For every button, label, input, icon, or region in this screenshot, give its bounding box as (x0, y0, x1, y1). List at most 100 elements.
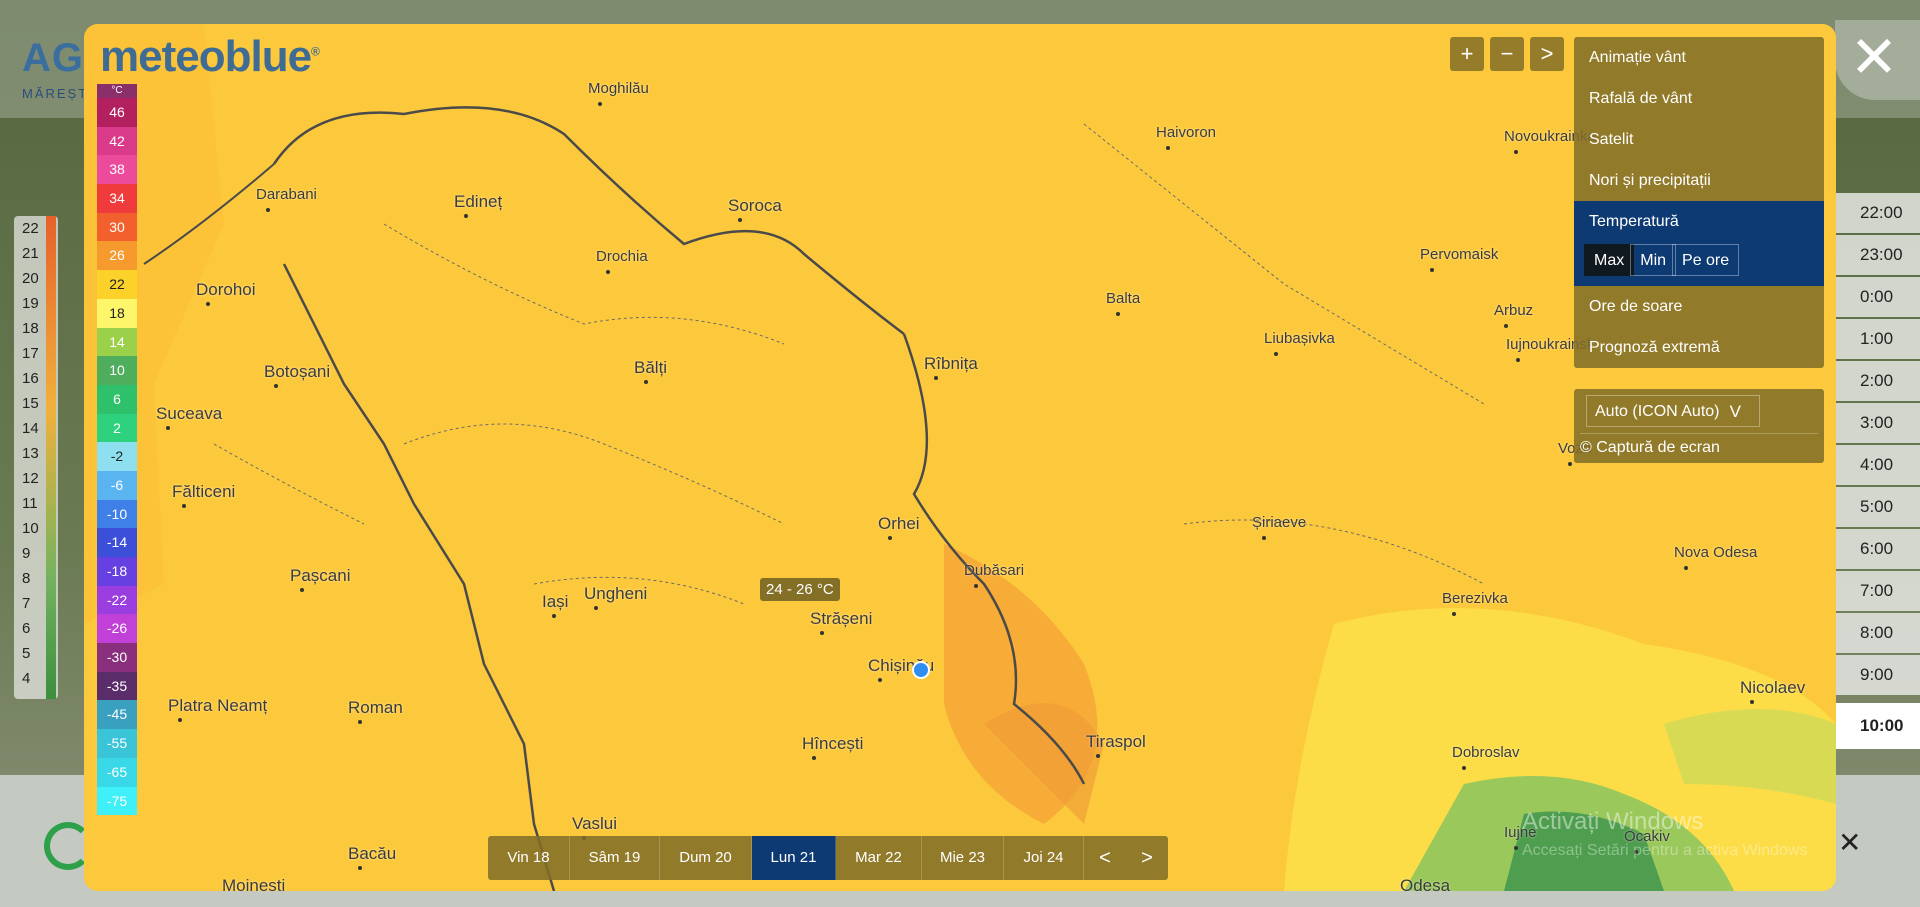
place-label: Strășeni (810, 609, 873, 628)
legend-value: -35 (97, 671, 137, 701)
place-dot (358, 866, 362, 870)
place-label: Dubăsari (964, 562, 1025, 579)
place-dot (598, 102, 602, 106)
place-label: Pervomaisk (1420, 246, 1499, 263)
place-label: Dobroslav (1452, 744, 1520, 761)
place-dot (266, 208, 270, 212)
place-dot (274, 384, 278, 388)
place-label: Bacău (348, 844, 397, 863)
day-tab[interactable]: Lun 21 (752, 836, 836, 880)
model-panel: Auto (ICON Auto) V © Captură de ecran (1574, 389, 1824, 463)
legend-value: 34 (97, 184, 137, 213)
collapse-menu-button[interactable]: > (1530, 37, 1564, 71)
layer-item[interactable]: Ore de soare (1574, 286, 1824, 327)
hour-item[interactable]: 3:00 (1836, 403, 1920, 443)
place-dot (1452, 612, 1456, 616)
meteoblue-logo[interactable]: meteoblue® (100, 32, 320, 82)
place-dot (812, 756, 816, 760)
hour-item[interactable]: 7:00 (1836, 571, 1920, 611)
place-dot (606, 270, 610, 274)
model-select[interactable]: Auto (ICON Auto) V (1586, 395, 1760, 427)
hour-item[interactable]: 5:00 (1836, 487, 1920, 527)
hour-item[interactable]: 9:00 (1836, 655, 1920, 695)
hour-item[interactable]: 10:00 (1836, 703, 1920, 749)
place-label: Odesa (1400, 876, 1451, 891)
place-label: Bălți (634, 358, 668, 377)
hour-item[interactable]: 2:00 (1836, 361, 1920, 401)
place-dot (878, 678, 882, 682)
day-tab[interactable]: Vin 18 (488, 836, 570, 880)
layer-item[interactable]: Satelit (1574, 119, 1824, 160)
next-day-button[interactable]: > (1126, 836, 1168, 880)
place-label: Soroca (728, 196, 782, 215)
layer-item[interactable]: Prognoză extremă (1574, 327, 1824, 368)
place-label: Fălticeni (172, 482, 236, 501)
legend-value: -55 (97, 729, 137, 758)
legend-value: -75 (97, 786, 137, 816)
registered-mark: ® (311, 44, 320, 59)
place-dot (1750, 700, 1754, 704)
temperature-mode-option[interactable]: Min (1630, 244, 1677, 276)
day-tab[interactable]: Mie 23 (922, 836, 1004, 880)
place-dot (1514, 846, 1518, 850)
hour-item[interactable]: 4:00 (1836, 445, 1920, 485)
place-label: Moghilău (588, 80, 649, 97)
place-label: Moinesti (222, 876, 286, 891)
place-label: Liubașivka (1264, 330, 1335, 347)
place-label: Drochia (596, 248, 648, 265)
place-label: Haivoron (1156, 124, 1217, 141)
background-logo-sub: MĂREȘT (22, 86, 89, 101)
place-dot (166, 426, 170, 430)
legend-value: -14 (97, 528, 137, 557)
legend-value: 18 (97, 298, 137, 328)
legend-value: 26 (97, 241, 137, 271)
hour-item[interactable]: 22:00 (1836, 193, 1920, 233)
place-label: Vaslui (572, 814, 618, 833)
place-dot (1430, 268, 1434, 272)
place-label: Darabani (256, 186, 317, 203)
place-dot (1514, 150, 1518, 154)
layer-item[interactable]: Rafală de vânt (1574, 78, 1824, 119)
legend-unit: °C (97, 84, 137, 98)
temperature-mode-option[interactable]: Max (1584, 244, 1635, 276)
temperature-mode-option[interactable]: Pe ore (1672, 244, 1740, 276)
hour-item[interactable]: 6:00 (1836, 529, 1920, 569)
place-dot (182, 504, 186, 508)
layer-item[interactable]: Animație vânt (1574, 37, 1824, 78)
place-dot (464, 214, 468, 218)
day-tab[interactable]: Dum 20 (660, 836, 752, 880)
layer-item[interactable]: Temperatură (1574, 201, 1824, 242)
place-dot (974, 584, 978, 588)
temperature-mode-segment: Max Min Pe ore (1574, 242, 1824, 286)
place-label: Iași (542, 592, 569, 611)
close-icon[interactable]: ✕ (1848, 29, 1900, 87)
previous-day-button[interactable]: < (1084, 836, 1126, 880)
hour-item[interactable]: 8:00 (1836, 613, 1920, 653)
legend-value: 46 (97, 98, 137, 127)
hour-item[interactable]: 0:00 (1836, 277, 1920, 317)
screenshot-button[interactable]: © Captură de ecran (1580, 433, 1818, 462)
hour-item[interactable]: 23:00 (1836, 235, 1920, 275)
zoom-out-button[interactable]: − (1490, 37, 1524, 71)
day-tab[interactable]: Mar 22 (836, 836, 922, 880)
place-label: Nova Odesa (1674, 544, 1758, 561)
place-dot (738, 218, 742, 222)
place-label: Edineț (454, 192, 503, 211)
place-dot (358, 720, 362, 724)
hour-item[interactable]: 1:00 (1836, 319, 1920, 359)
place-dot (1096, 754, 1100, 758)
close-footer-icon[interactable]: ✕ (1838, 826, 1861, 859)
place-label: Șiriaeve (1252, 514, 1307, 531)
day-tab[interactable]: Joi 24 (1004, 836, 1084, 880)
place-label: Nicolaev (1740, 678, 1806, 697)
legend-value: -22 (97, 585, 137, 615)
place-dot (1504, 324, 1508, 328)
location-marker[interactable] (912, 661, 930, 679)
zoom-in-button[interactable]: + (1450, 37, 1484, 71)
day-tab[interactable]: Sâm 19 (570, 836, 660, 880)
place-label: Suceava (156, 404, 223, 423)
windows-activation-watermark: Activați Windows (1522, 808, 1704, 835)
legend-value: -30 (97, 643, 137, 672)
model-select-value: Auto (ICON Auto) (1595, 403, 1720, 420)
layer-item[interactable]: Nori și precipitații (1574, 160, 1824, 201)
